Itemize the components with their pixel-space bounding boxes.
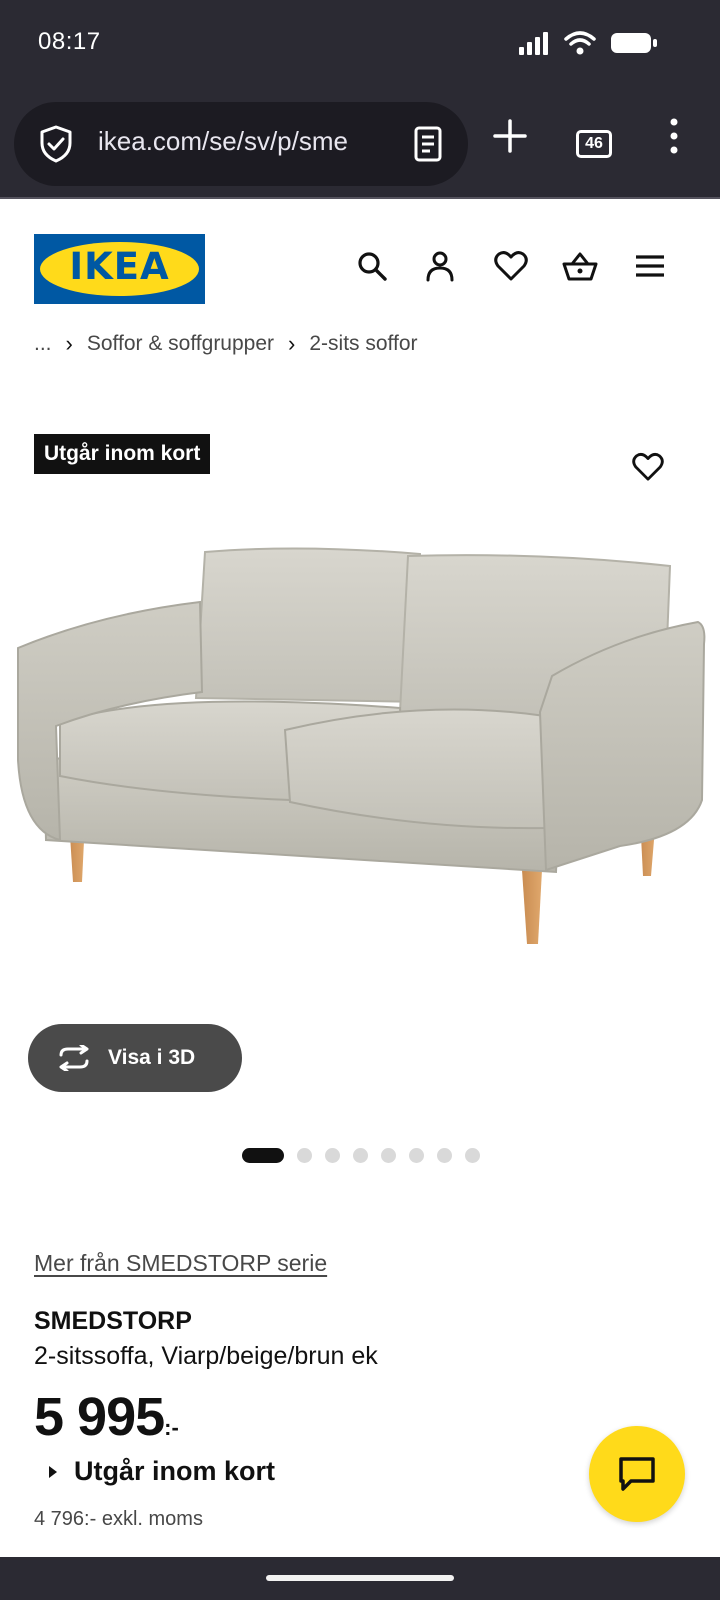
new-tab-icon[interactable] bbox=[492, 118, 528, 154]
hamburger-menu-icon[interactable] bbox=[634, 250, 666, 282]
product-description: 2-sitssoffa, Viarp/beige/brun ek bbox=[34, 1342, 378, 1370]
carousel-dot[interactable] bbox=[242, 1148, 284, 1163]
breadcrumb-item-sofas[interactable]: Soffor & soffgrupper bbox=[87, 332, 274, 356]
view-in-3d-label: Visa i 3D bbox=[108, 1046, 196, 1069]
home-gesture-bar[interactable] bbox=[266, 1575, 454, 1581]
favourites-icon[interactable] bbox=[494, 250, 528, 282]
reader-mode-icon[interactable] bbox=[412, 124, 444, 164]
triangle-right-icon bbox=[49, 1465, 57, 1478]
breadcrumb: ... › Soffor & soffgrupper › 2-sits soff… bbox=[34, 330, 418, 358]
shield-icon[interactable] bbox=[38, 124, 74, 164]
ikea-logo[interactable]: IKEA bbox=[34, 234, 205, 304]
add-to-favourites-heart-icon[interactable] bbox=[632, 452, 664, 482]
view-in-3d-button[interactable]: Visa i 3D bbox=[28, 1024, 242, 1092]
url-bar[interactable]: ikea.com/se/sv/p/sme bbox=[14, 102, 468, 186]
carousel-dot[interactable] bbox=[353, 1148, 368, 1163]
image-carousel-dots bbox=[242, 1148, 480, 1163]
battery-icon bbox=[611, 33, 657, 53]
series-link[interactable]: Mer från SMEDSTORP serie bbox=[34, 1250, 327, 1277]
search-icon[interactable] bbox=[356, 250, 388, 282]
chrome-divider bbox=[0, 197, 720, 199]
menu-dots-icon[interactable] bbox=[668, 118, 680, 154]
product-image[interactable] bbox=[0, 540, 720, 980]
browser-chrome: 08:17 ikea.com/se/sv/p/sme 46 bbox=[0, 0, 720, 199]
cart-icon[interactable] bbox=[562, 250, 598, 282]
carousel-dot[interactable] bbox=[381, 1148, 396, 1163]
availability-label: Utgår inom kort bbox=[74, 1456, 276, 1486]
account-icon[interactable] bbox=[424, 250, 456, 282]
chat-bubble-icon bbox=[619, 1457, 655, 1491]
chevron-right-icon: › bbox=[288, 331, 296, 356]
carousel-dot[interactable] bbox=[465, 1148, 480, 1163]
status-time: 08:17 bbox=[38, 28, 101, 55]
discontinued-badge: Utgår inom kort bbox=[34, 434, 211, 474]
rotate-3d-icon bbox=[59, 1045, 89, 1071]
url-text[interactable]: ikea.com/se/sv/p/sme bbox=[98, 126, 390, 157]
signal-icon bbox=[519, 32, 548, 55]
breadcrumb-item-2-seat-sofas[interactable]: 2-sits soffor bbox=[309, 332, 417, 356]
chat-button[interactable] bbox=[589, 1426, 685, 1522]
availability-status[interactable]: Utgår inom kort bbox=[48, 1456, 275, 1487]
price-amount: 5 995 bbox=[34, 1387, 165, 1447]
carousel-dot[interactable] bbox=[297, 1148, 312, 1163]
wifi-icon bbox=[564, 31, 596, 55]
status-icons bbox=[518, 30, 658, 56]
chevron-right-icon: › bbox=[65, 331, 73, 356]
logo-text: IKEA bbox=[69, 245, 170, 288]
carousel-dot[interactable] bbox=[325, 1148, 340, 1163]
product-price: 5 995:- bbox=[34, 1386, 179, 1448]
tabs-icon[interactable]: 46 bbox=[576, 130, 612, 158]
price-excl-vat: 4 796:- exkl. moms bbox=[34, 1508, 203, 1530]
carousel-dot[interactable] bbox=[437, 1148, 452, 1163]
breadcrumb-item-ellipsis[interactable]: ... bbox=[34, 332, 52, 356]
price-suffix: :- bbox=[164, 1415, 179, 1440]
carousel-dot[interactable] bbox=[409, 1148, 424, 1163]
product-name: SMEDSTORP bbox=[34, 1307, 192, 1335]
